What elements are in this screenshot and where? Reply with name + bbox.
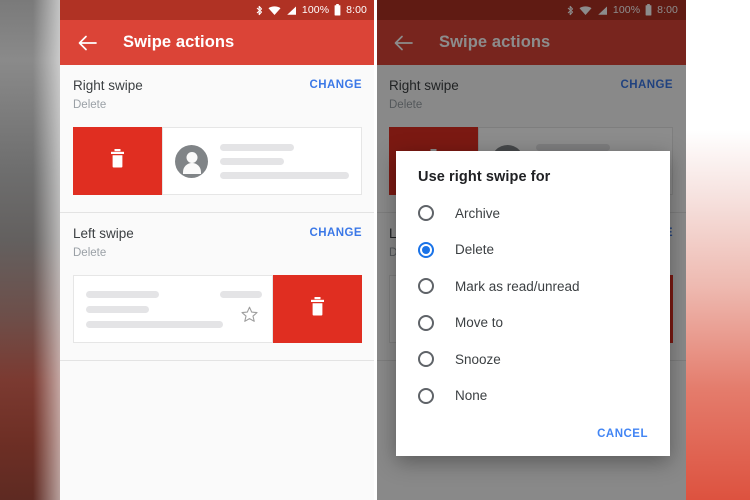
radio-button-selected-icon[interactable] [418,241,434,258]
change-left-swipe-button[interactable]: CHANGE [309,226,362,239]
mail-placeholder-lines [220,143,349,179]
dialog-option-label: Archive [455,205,501,221]
battery-percent: 100% [301,3,330,16]
right-swipe-preview [73,127,362,196]
dialog-option-archive[interactable]: Archive [396,195,670,232]
radio-button-icon[interactable] [418,314,434,331]
dialog-actions: CANCEL [396,414,670,448]
section-subtitle: Delete [73,247,107,260]
back-arrow-icon[interactable] [74,30,100,56]
dialog-option-label: Move to [455,315,504,331]
battery-full-icon [334,4,341,16]
phone-screen-settings: 100% 8:00 Swipe actions Right swipe Dele… [60,0,375,500]
dialog-option-move-to[interactable]: Move to [396,305,670,342]
dialog-option-label: Delete [455,242,495,258]
bluetooth-icon [256,5,263,16]
status-bar: 100% 8:00 [60,0,375,20]
placeholder-line [86,290,159,298]
placeholder-line [220,143,294,151]
placeholder-row [86,290,262,298]
placeholder-line [220,157,284,165]
phone-screen-dialog: 100% 8:00 Swipe actions Right swipe Dele… [376,0,686,500]
dialog-option-delete[interactable]: Delete [396,232,670,269]
placeholder-line [86,305,149,313]
section-left-swipe: Left swipe Delete CHANGE [60,213,375,362]
radio-button-icon[interactable] [418,278,434,295]
section-right-swipe: Right swipe Delete CHANGE [60,65,375,214]
mail-preview-card [73,275,273,344]
radio-button-icon[interactable] [418,205,434,222]
settings-content: Right swipe Delete CHANGE [60,65,375,362]
placeholder-line [220,171,349,179]
left-edge-decoration [0,0,60,500]
page-title: Swipe actions [123,33,235,51]
trash-icon [110,149,125,173]
dialog-option-label: Snooze [455,351,501,367]
section-title: Right swipe [73,78,143,93]
dialog-option-label: Mark as read/unread [455,278,580,294]
app-bar: Swipe actions [60,20,375,65]
placeholder-line [220,290,262,298]
right-edge-gradient [686,130,750,500]
section-header: Right swipe Delete CHANGE [73,78,362,111]
section-title: Left swipe [73,226,134,242]
dialog-option-snooze[interactable]: Snooze [396,341,670,378]
section-subtitle: Delete [73,99,107,112]
mail-placeholder-lines [86,290,262,328]
dialog-option-label: None [455,388,488,404]
dialog-option-none[interactable]: None [396,378,670,415]
swipe-action-dialog: Use right swipe for Archive Delete Mark … [396,151,670,456]
dialog-title: Use right swipe for [418,169,551,185]
swipe-action-area [73,127,162,196]
wifi-icon [268,5,281,16]
placeholder-line [86,320,223,328]
radio-button-icon[interactable] [418,387,434,404]
swipe-action-area [273,275,362,344]
signal-icon [286,5,297,16]
dialog-option-mark-as-read-unread[interactable]: Mark as read/unread [396,268,670,305]
star-outline-icon [241,306,258,328]
cancel-button[interactable]: CANCEL [597,428,648,440]
radio-button-icon[interactable] [418,351,434,368]
mail-preview-card [162,127,362,196]
panel-divider [374,0,377,500]
person-avatar-icon [175,144,208,178]
status-bar-time: 8:00 [346,3,367,16]
section-header: Left swipe Delete CHANGE [73,226,362,259]
trash-icon [310,297,325,321]
left-swipe-preview [73,275,362,344]
change-right-swipe-button[interactable]: CHANGE [309,78,362,91]
screenshot-stage: 100% 8:00 Swipe actions Right swipe Dele… [0,0,750,500]
